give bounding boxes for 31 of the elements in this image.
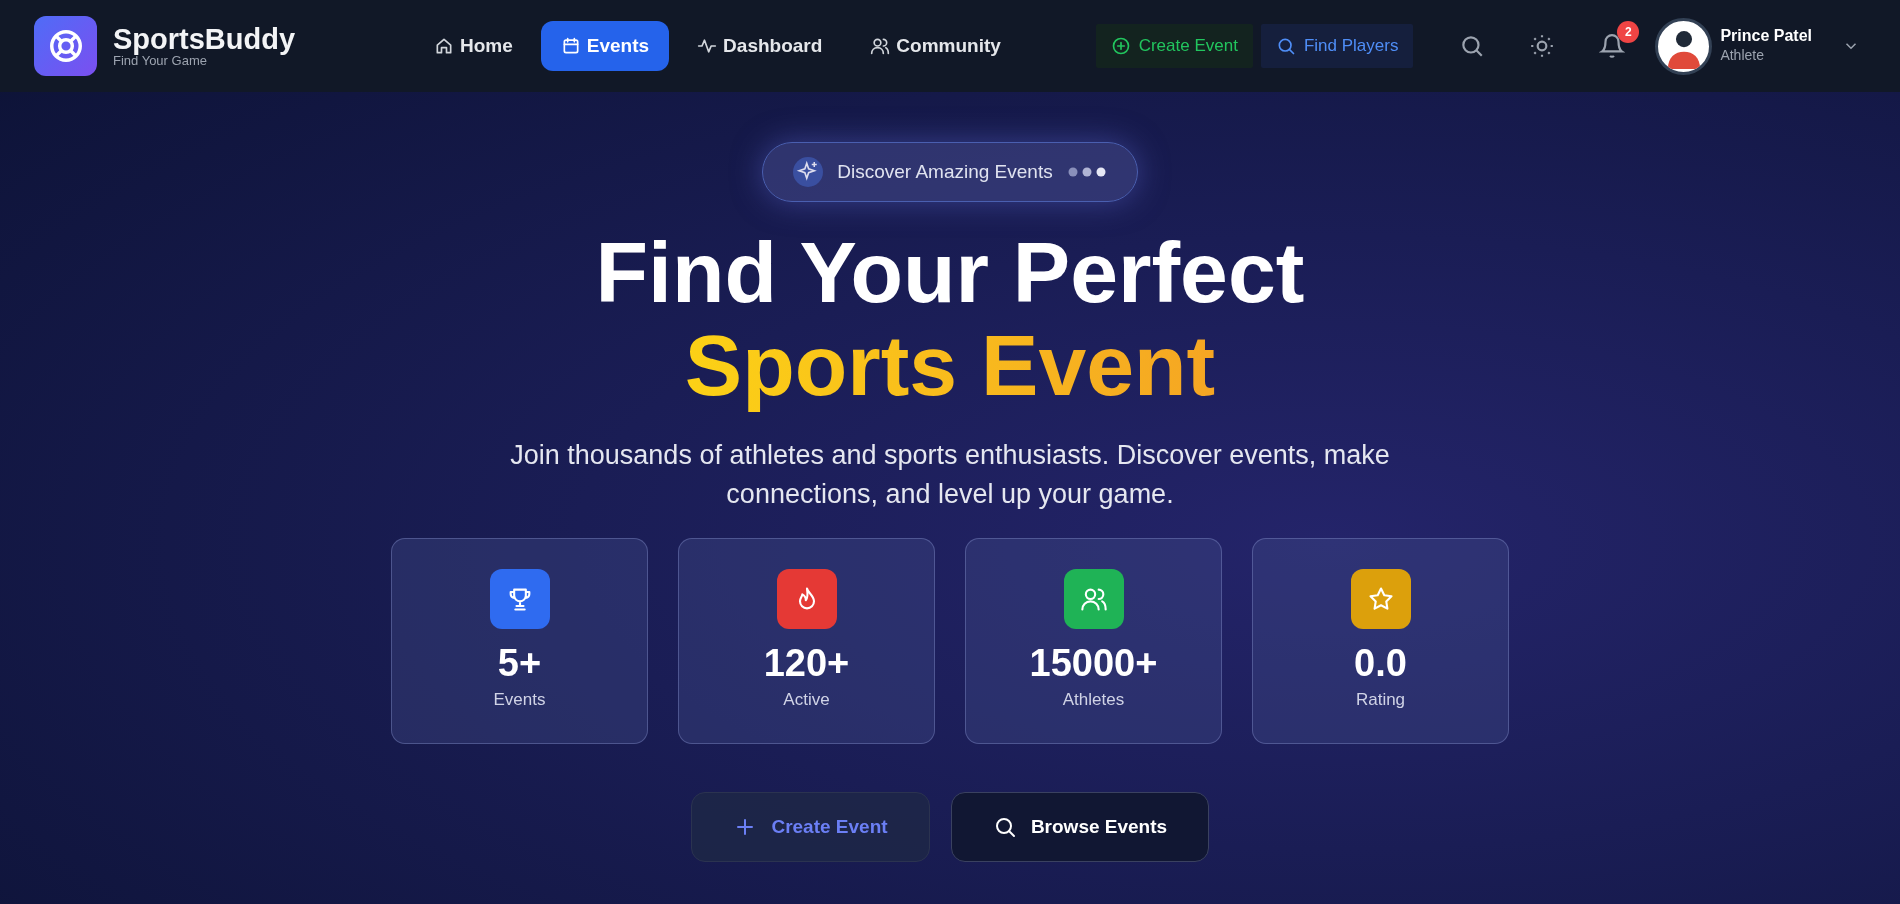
stat-label: Events bbox=[493, 688, 546, 711]
nav-tab[interactable]: Events bbox=[540, 21, 670, 71]
users-icon bbox=[870, 36, 891, 56]
app-logo bbox=[34, 16, 97, 76]
stat-value: 120+ bbox=[763, 641, 850, 687]
user-name: Prince Patel bbox=[1720, 25, 1812, 46]
pulse-icon bbox=[697, 36, 718, 56]
stat-value: 0.0 bbox=[1354, 641, 1407, 687]
user-role: Athlete bbox=[1720, 46, 1765, 66]
stat-label: Athletes bbox=[1062, 688, 1125, 711]
dots-icon bbox=[1066, 166, 1107, 178]
stat-value: 5+ bbox=[497, 641, 542, 687]
hero-subtitle: Join thousands of athletes and sports enthusiasts. Discover events, make connections, and level up your game. bbox=[509, 438, 1391, 511]
browse-events-button[interactable]: Browse Events bbox=[951, 792, 1209, 863]
brand-name: SportsBuddy bbox=[113, 25, 296, 54]
create-event-button[interactable]: Create Event bbox=[1095, 24, 1253, 68]
brand-tagline: Find Your Game bbox=[113, 54, 207, 67]
nav-tab[interactable]: Home bbox=[414, 21, 533, 71]
nav-tab[interactable]: Community bbox=[850, 21, 1021, 71]
stat-label: Active bbox=[783, 688, 830, 711]
pill-text: Discover Amazing Events bbox=[837, 159, 1053, 184]
nav-tab[interactable]: Dashboard bbox=[677, 21, 843, 71]
find-players-button[interactable]: Find Players bbox=[1260, 24, 1414, 68]
stat-label: Rating bbox=[1355, 688, 1406, 711]
stat-value: 15000+ bbox=[1029, 641, 1158, 687]
create-event-button[interactable]: Create Event bbox=[691, 792, 930, 863]
hero-title: Find Your Perfect bbox=[595, 226, 1305, 319]
home-icon bbox=[434, 36, 454, 56]
notification-badge: 2 bbox=[1617, 21, 1640, 43]
sparkle-icon bbox=[793, 157, 824, 187]
plus-circle-icon bbox=[1110, 36, 1131, 56]
